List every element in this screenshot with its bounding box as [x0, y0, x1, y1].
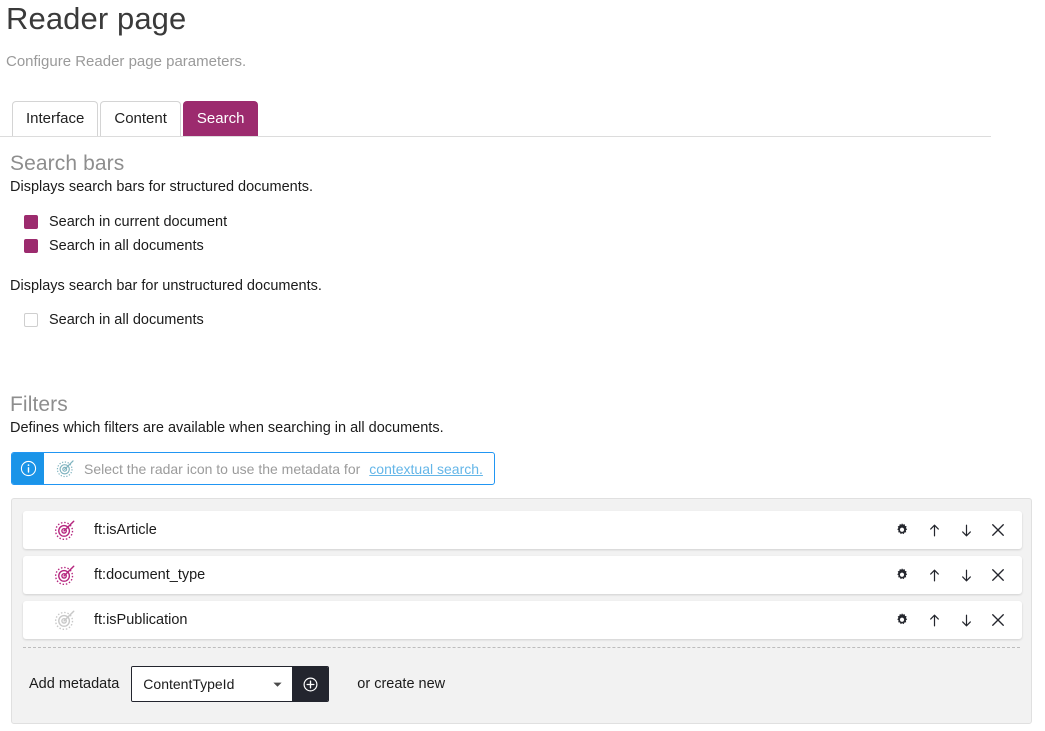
add-metadata-button[interactable] [292, 667, 329, 701]
filters-description: Defines which filters are available when… [10, 420, 444, 436]
page-title: Reader page [6, 1, 187, 36]
reader-page-settings: Reader page Configure Reader page parame… [0, 0, 1045, 731]
search-bars-unstructured-description: Displays search bar for unstructured doc… [10, 278, 322, 294]
radar-icon[interactable] [54, 564, 76, 586]
remove-icon[interactable] [982, 604, 1014, 636]
checkbox-search-all-documents-unstructured[interactable] [24, 313, 38, 327]
filter-label: ft:isPublication [94, 612, 188, 628]
remove-icon[interactable] [982, 559, 1014, 591]
checkbox-search-current-document[interactable] [24, 215, 38, 229]
filter-label: ft:isArticle [94, 522, 157, 538]
checkbox-label-search-all-documents-unstructured: Search in all documents [49, 312, 204, 328]
move-up-icon[interactable] [918, 559, 950, 591]
move-up-icon[interactable] [918, 604, 950, 636]
checkbox-label-search-all-documents-structured: Search in all documents [49, 238, 204, 254]
tab-search[interactable]: Search [182, 101, 259, 136]
metadata-select-group: ContentTypeId [131, 666, 330, 702]
move-down-icon[interactable] [950, 559, 982, 591]
filter-row-document-type[interactable]: ft:document_type [23, 556, 1022, 594]
checkbox-row-search-current-document[interactable]: Search in current document [24, 212, 227, 232]
add-metadata-control: Add metadata ContentTypeId or create new [29, 666, 445, 702]
settings-icon[interactable] [886, 559, 918, 591]
settings-icon[interactable] [886, 604, 918, 636]
move-up-icon[interactable] [918, 514, 950, 546]
tab-bar: Interface Content Search [0, 101, 991, 137]
chevron-down-icon [272, 679, 283, 690]
tab-content[interactable]: Content [100, 101, 181, 136]
checkbox-row-search-all-documents-structured[interactable]: Search in all documents [24, 236, 204, 256]
metadata-select-value: ContentTypeId [143, 676, 235, 692]
remove-icon[interactable] [982, 514, 1014, 546]
row-actions [886, 559, 1014, 591]
search-bars-heading: Search bars [10, 152, 125, 175]
row-actions [886, 604, 1014, 636]
contextual-search-link[interactable]: contextual search. [369, 460, 483, 478]
banner-text: Select the radar icon to use the metadat… [84, 460, 361, 477]
row-actions [886, 514, 1014, 546]
move-down-icon[interactable] [950, 514, 982, 546]
radar-icon[interactable] [54, 519, 76, 541]
banner-body: Select the radar icon to use the metadat… [44, 453, 494, 484]
filter-row-is-publication[interactable]: ft:isPublication [23, 601, 1022, 639]
add-metadata-label: Add metadata [29, 676, 120, 692]
filters-panel: ft:isArticle ft:document_type ft:isPubli… [11, 498, 1032, 724]
filter-row-is-article[interactable]: ft:isArticle [23, 511, 1022, 549]
checkbox-search-all-documents-structured[interactable] [24, 239, 38, 253]
tab-interface[interactable]: Interface [12, 101, 99, 136]
contextual-search-banner: Select the radar icon to use the metadat… [11, 452, 495, 485]
checkbox-row-search-all-documents-unstructured[interactable]: Search in all documents [24, 310, 204, 330]
search-bars-structured-description: Displays search bars for structured docu… [10, 179, 314, 195]
tab-list: Interface Content Search [12, 101, 260, 136]
divider [23, 647, 1020, 648]
move-down-icon[interactable] [950, 604, 982, 636]
metadata-select[interactable]: ContentTypeId [132, 667, 293, 701]
radar-icon [56, 459, 75, 478]
checkbox-label-search-current-document: Search in current document [49, 214, 228, 230]
create-new-link[interactable]: or create new [357, 676, 445, 692]
filters-heading: Filters [10, 393, 68, 416]
page-subtitle: Configure Reader page parameters. [6, 53, 247, 70]
settings-icon[interactable] [886, 514, 918, 546]
radar-icon[interactable] [54, 609, 76, 631]
filter-label: ft:document_type [94, 567, 206, 583]
info-icon [12, 453, 44, 484]
